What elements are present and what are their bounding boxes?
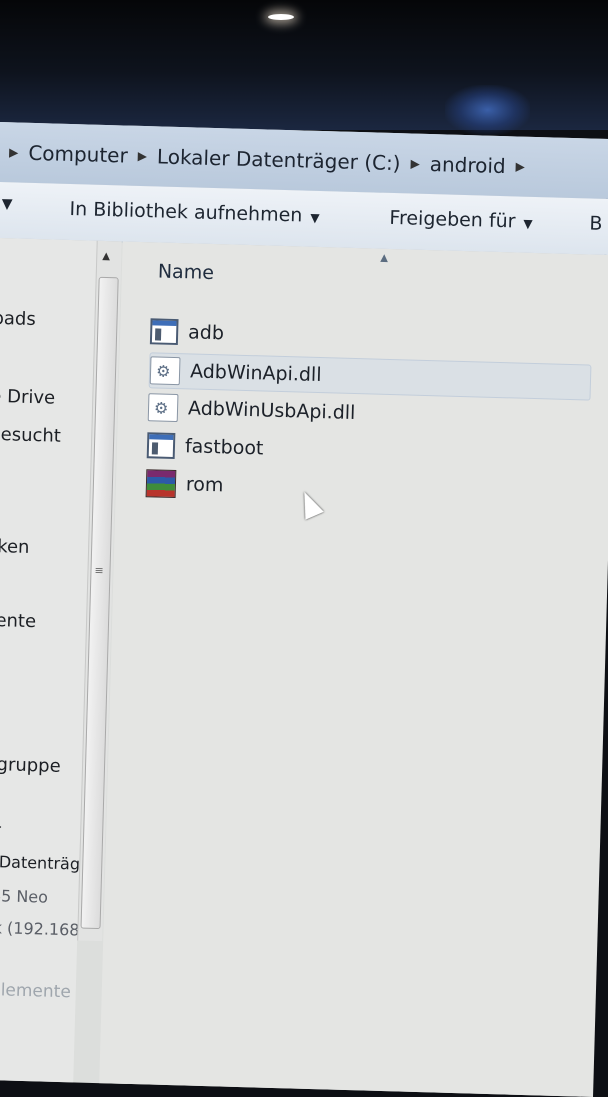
nav-item-local-disk[interactable]: er Datenträg [0, 852, 80, 874]
winrar-archive-icon [145, 469, 177, 499]
dll-icon: ⚙ [149, 356, 181, 386]
chevron-right-icon[interactable]: ▶ [138, 149, 148, 163]
chevron-down-icon: ▼ [523, 216, 533, 231]
nav-item-computer[interactable]: ter [0, 820, 1, 840]
screen-reflection [445, 85, 530, 135]
grip-icon: ≡ [94, 563, 104, 578]
column-header-name[interactable]: Name [158, 260, 215, 284]
monitor-bezel [0, 0, 608, 135]
nav-item-drive[interactable]: e Drive [0, 386, 55, 409]
chevron-right-icon[interactable]: ▶ [9, 145, 19, 159]
share-with-button[interactable]: Freigeben für ▼ [389, 207, 533, 233]
file-name: fastboot [184, 435, 264, 460]
share-with-label: Freigeben für [389, 206, 516, 233]
breadcrumb-local-disk[interactable]: Lokaler Datenträger (C:) [157, 144, 401, 175]
burn-button[interactable]: B [589, 213, 603, 235]
file-name: AdbWinApi.dll [189, 360, 322, 387]
chevron-right-icon[interactable]: ▶ [410, 156, 420, 170]
include-in-library-button[interactable]: In Bibliothek aufnehmen ▼ [69, 198, 320, 227]
nav-item-libraries[interactable]: eken [0, 536, 30, 558]
nav-item-homegroup[interactable]: tzgruppe [0, 754, 61, 777]
nav-item-downloads[interactable]: pads [0, 308, 36, 330]
application-icon [149, 318, 179, 346]
file-name: adb [187, 321, 225, 345]
navigation-pane: pads e Drive besucht p eken nente tzgrup… [0, 237, 97, 1083]
explorer-window: ▶ Computer ▶ Lokaler Datenträger (C:) ▶ … [0, 122, 608, 1097]
chevron-right-icon[interactable]: ▶ [515, 159, 525, 173]
sort-ascending-icon: ▲ [380, 252, 389, 264]
file-name: rom [185, 473, 224, 497]
list-item[interactable]: rom [145, 466, 586, 512]
application-icon [146, 432, 176, 460]
nav-item-documents[interactable]: nente [0, 610, 36, 632]
nav-item-phone[interactable]: y S5 Neo [0, 886, 48, 907]
organize-dropdown-caret[interactable]: ▼ [1, 196, 12, 212]
light-reflection [268, 14, 294, 20]
breadcrumb-android[interactable]: android [429, 152, 506, 178]
include-in-library-label: In Bibliothek aufnehmen [69, 197, 303, 227]
breadcrumb: ▶ Computer ▶ Lokaler Datenträger (C:) ▶ … [9, 140, 525, 178]
nav-item-recent[interactable]: besucht [0, 424, 61, 447]
file-list-pane: ▲ Name adb ⚙ AdbWinApi.dll ⚙ AdbWinUsbAp… [99, 241, 608, 1097]
nav-item-network-disk[interactable]: lisk (192.168 [0, 918, 80, 940]
breadcrumb-computer[interactable]: Computer [28, 141, 128, 168]
file-name: AdbWinUsbApi.dll [187, 397, 356, 425]
status-bar-item-count: 5 Elemente [0, 980, 72, 1003]
dll-icon: ⚙ [147, 393, 179, 423]
scroll-up-arrow-icon[interactable]: ▲ [102, 251, 110, 262]
chevron-down-icon: ▼ [310, 210, 320, 225]
